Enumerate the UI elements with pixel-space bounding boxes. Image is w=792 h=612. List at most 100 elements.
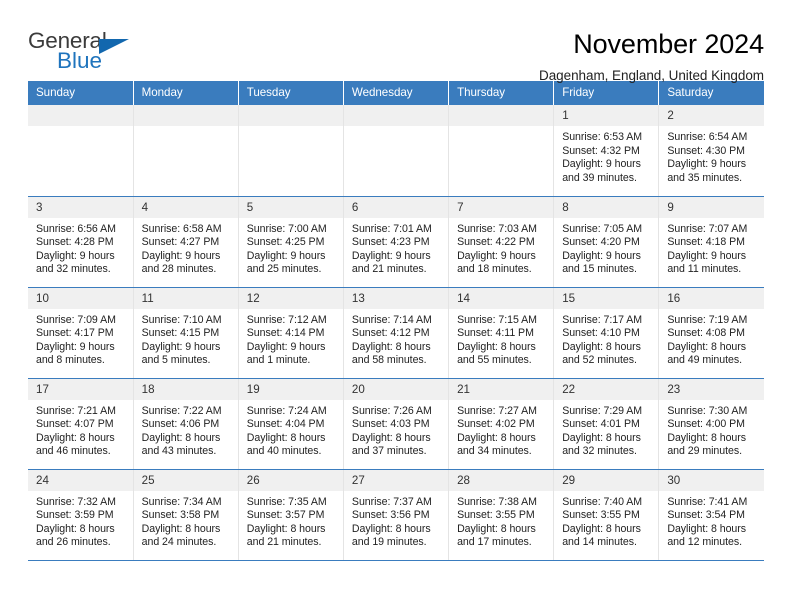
daylight-text-line1: Daylight: 8 hours [562, 340, 641, 353]
sunset-text: Sunset: 4:08 PM [667, 327, 745, 340]
daylight-text-line1: Daylight: 9 hours [562, 249, 641, 262]
day-cell-17[interactable]: 17 Sunrise: 7:21 AM Sunset: 4:07 PM Dayligh… [28, 378, 134, 470]
sunrise-text: Sunrise: 7:22 AM [141, 404, 222, 417]
daylight-text-line2: and 15 minutes. [562, 263, 637, 276]
day-cell-23[interactable]: 23 Sunrise: 7:30 AM Sunset: 4:00 PM Dayligh… [658, 378, 764, 470]
day-cell-6[interactable]: 6 Sunrise: 7:01 AM Sunset: 4:23 PM Daylight… [343, 196, 450, 288]
sunrise-text: Sunrise: 7:15 AM [457, 313, 537, 326]
daylight-text-line2: and 37 minutes. [351, 445, 427, 458]
sunrise-text: Sunrise: 7:38 AM [457, 495, 537, 508]
day-details [343, 126, 449, 131]
day-cell-22[interactable]: 22 Sunrise: 7:29 AM Sunset: 4:01 PM Dayligh… [553, 378, 660, 470]
calendar-week-row: 3 Sunrise: 6:56 AM Sunset: 4:28 PM Daylight… [28, 196, 764, 288]
day-cell-9[interactable]: 9 Sunrise: 7:07 AM Sunset: 4:18 PM Daylight… [658, 196, 764, 288]
day-details: Sunrise: 7:21 AM Sunset: 4:07 PM Daylight:… [28, 400, 133, 459]
daylight-text-line2: and 32 minutes. [562, 445, 637, 458]
sunset-text: Sunset: 4:12 PM [351, 327, 430, 340]
sunset-text: Sunset: 4:30 PM [667, 144, 745, 157]
weekday-header: Sunday Monday Tuesday Wednesday Thursday Frid… [28, 81, 764, 105]
day-cell-20[interactable]: 20 Sunrise: 7:26 AM Sunset: 4:03 PM Dayligh… [343, 378, 450, 470]
day-cell-30[interactable]: 30 Sunrise: 7:41 AM Sunset: 3:54 PM Dayligh… [658, 469, 764, 561]
daylight-text-line1: Daylight: 8 hours [457, 522, 536, 535]
sunrise-text: Sunrise: 7:05 AM [562, 222, 643, 235]
daylight-text-line1: Daylight: 8 hours [667, 431, 746, 444]
day-details: Sunrise: 7:26 AM Sunset: 4:03 PM Daylight:… [344, 400, 448, 459]
day-number [28, 105, 133, 126]
day-number: 5 [238, 196, 343, 218]
day-cell-28[interactable]: 28 Sunrise: 7:38 AM Sunset: 3:55 PM Dayligh… [448, 469, 555, 561]
day-cell-7[interactable]: 7 Sunrise: 7:03 AM Sunset: 4:22 PM Daylight… [448, 196, 555, 288]
sunset-text: Sunset: 4:03 PM [351, 418, 430, 431]
day-details: Sunrise: 6:58 AM Sunset: 4:27 PM Daylight:… [134, 218, 238, 277]
day-details: Sunrise: 7:40 AM Sunset: 3:55 PM Daylight:… [554, 491, 658, 550]
sunrise-text: Sunrise: 6:54 AM [667, 131, 748, 143]
day-number: 9 [659, 196, 764, 218]
sunset-text: Sunset: 4:17 PM [36, 327, 114, 340]
daylight-text-line2: and 14 minutes. [562, 536, 637, 549]
day-cell-29[interactable]: 29 Sunrise: 7:40 AM Sunset: 3:55 PM Dayligh… [553, 469, 660, 561]
day-details [238, 126, 343, 131]
daylight-text-line2: and 28 minutes. [141, 263, 217, 276]
day-details: Sunrise: 7:32 AM Sunset: 3:59 PM Daylight:… [28, 491, 133, 550]
day-cell-8[interactable]: 8 Sunrise: 7:05 AM Sunset: 4:20 PM Daylight… [553, 196, 660, 288]
day-details: Sunrise: 7:35 AM Sunset: 3:57 PM Daylight:… [239, 491, 343, 550]
day-details: Sunrise: 7:12 AM Sunset: 4:14 PM Daylight:… [239, 309, 343, 368]
day-number: 19 [238, 378, 343, 400]
daylight-text-line1: Daylight: 9 hours [562, 158, 641, 171]
day-details: Sunrise: 7:27 AM Sunset: 4:02 PM Daylight:… [449, 400, 553, 459]
day-cell-3[interactable]: 3 Sunrise: 6:56 AM Sunset: 4:28 PM Daylight… [28, 196, 134, 288]
daylight-text-line1: Daylight: 8 hours [667, 340, 746, 353]
daylight-text-line2: and 49 minutes. [667, 354, 742, 367]
day-cell-1[interactable]: 1 Sunrise: 6:53 AM Sunset: 4:32 PM Daylight… [553, 105, 660, 197]
title-block: November 2024 Dagenham, England, United … [539, 29, 764, 83]
daylight-text-line2: and 25 minutes. [246, 263, 322, 276]
sunrise-text: Sunrise: 7:29 AM [562, 404, 643, 417]
day-details: Sunrise: 7:22 AM Sunset: 4:06 PM Daylight:… [134, 400, 238, 459]
day-cell-18[interactable]: 18 Sunrise: 7:22 AM Sunset: 4:06 PM Dayligh… [133, 378, 239, 470]
day-number: 13 [343, 287, 449, 309]
day-cell-19[interactable]: 19 Sunrise: 7:24 AM Sunset: 4:04 PM Dayligh… [238, 378, 344, 470]
day-cell-16[interactable]: 16 Sunrise: 7:19 AM Sunset: 4:08 PM Dayligh… [658, 287, 764, 379]
daylight-text-line2: and 35 minutes. [667, 171, 742, 184]
day-cell-24[interactable]: 24 Sunrise: 7:32 AM Sunset: 3:59 PM Dayligh… [28, 469, 134, 561]
sunset-text: Sunset: 4:27 PM [141, 236, 220, 249]
day-details: Sunrise: 7:19 AM Sunset: 4:08 PM Daylight:… [659, 309, 764, 368]
sunrise-text: Sunrise: 7:19 AM [667, 313, 748, 326]
day-details: Sunrise: 7:34 AM Sunset: 3:58 PM Daylight:… [134, 491, 238, 550]
daylight-text-line1: Daylight: 9 hours [36, 249, 115, 262]
brand-logo[interactable]: General Blue [28, 29, 143, 76]
day-cell-27[interactable]: 27 Sunrise: 7:37 AM Sunset: 3:56 PM Dayligh… [343, 469, 450, 561]
calendar-week-row: 10 Sunrise: 7:09 AM Sunset: 4:17 PM Dayligh… [28, 287, 764, 379]
day-number: 30 [659, 469, 764, 491]
day-cell-13[interactable]: 13 Sunrise: 7:14 AM Sunset: 4:12 PM Dayligh… [343, 287, 450, 379]
day-cell-5[interactable]: 5 Sunrise: 7:00 AM Sunset: 4:25 PM Daylight… [238, 196, 344, 288]
daylight-text-line2: and 18 minutes. [457, 263, 532, 276]
daylight-text-line1: Daylight: 8 hours [667, 522, 746, 535]
daylight-text-line1: Daylight: 9 hours [667, 158, 746, 171]
daylight-text-line2: and 8 minutes. [36, 354, 105, 367]
day-cell-14[interactable]: 14 Sunrise: 7:15 AM Sunset: 4:11 PM Dayligh… [448, 287, 555, 379]
day-number: 25 [133, 469, 238, 491]
day-details: Sunrise: 7:24 AM Sunset: 4:04 PM Daylight:… [239, 400, 343, 459]
daylight-text-line2: and 40 minutes. [246, 445, 322, 458]
sunset-text: Sunset: 4:07 PM [36, 418, 114, 431]
day-cell-4[interactable]: 4 Sunrise: 6:58 AM Sunset: 4:27 PM Daylight… [133, 196, 239, 288]
day-cell-11[interactable]: 11 Sunrise: 7:10 AM Sunset: 4:15 PM Dayligh… [133, 287, 239, 379]
day-cell-26[interactable]: 26 Sunrise: 7:35 AM Sunset: 3:57 PM Dayligh… [238, 469, 344, 561]
daylight-text-line1: Daylight: 9 hours [246, 340, 326, 353]
day-cell-21[interactable]: 21 Sunrise: 7:27 AM Sunset: 4:02 PM Dayligh… [448, 378, 555, 470]
day-number: 28 [449, 469, 554, 491]
daylight-text-line1: Daylight: 8 hours [141, 431, 221, 444]
daylight-text-line1: Daylight: 9 hours [667, 249, 746, 262]
daylight-text-line1: Daylight: 9 hours [457, 249, 536, 262]
day-cell-10[interactable]: 10 Sunrise: 7:09 AM Sunset: 4:17 PM Dayligh… [28, 287, 134, 379]
daylight-text-line2: and 21 minutes. [351, 263, 427, 276]
sunrise-text: Sunrise: 7:34 AM [141, 495, 222, 508]
day-cell-2[interactable]: 2 Sunrise: 6:54 AM Sunset: 4:30 PM Daylight… [658, 105, 764, 197]
sunrise-text: Sunrise: 7:09 AM [36, 313, 116, 326]
sunrise-text: Sunrise: 7:32 AM [36, 495, 116, 508]
day-cell-15[interactable]: 15 Sunrise: 7:17 AM Sunset: 4:10 PM Dayligh… [553, 287, 660, 379]
day-cell-25[interactable]: 25 Sunrise: 7:34 AM Sunset: 3:58 PM Dayligh… [133, 469, 239, 561]
day-cell-12[interactable]: 12 Sunrise: 7:12 AM Sunset: 4:14 PM Dayligh… [238, 287, 344, 379]
sunset-text: Sunset: 4:28 PM [36, 236, 114, 249]
